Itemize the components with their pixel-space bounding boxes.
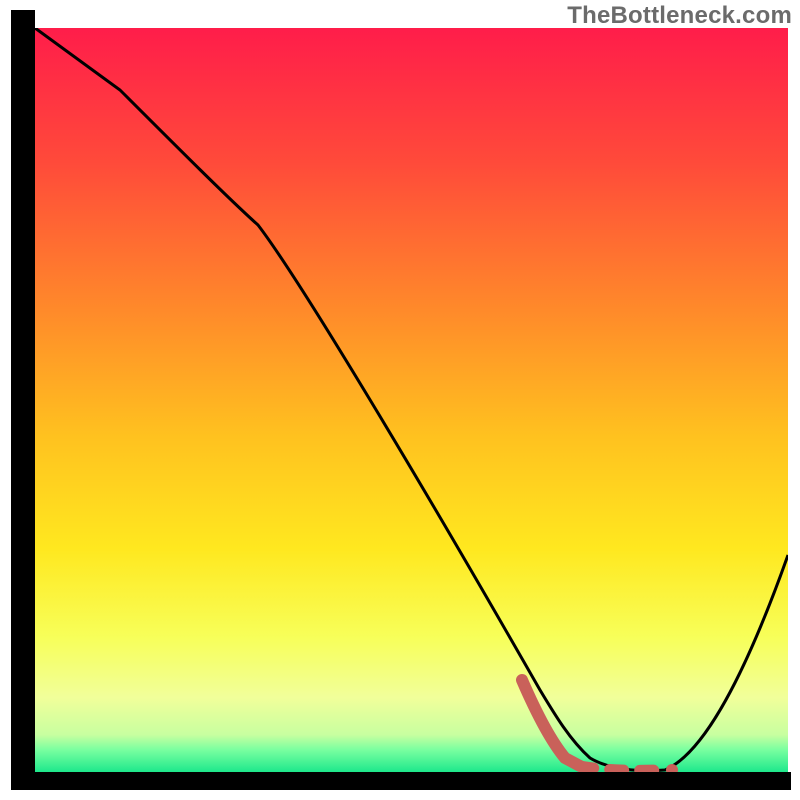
chart-svg bbox=[0, 0, 800, 800]
bottleneck-chart: TheBottleneck.com bbox=[0, 0, 800, 800]
highlighted-minimum-dashed bbox=[580, 766, 660, 770]
watermark-text: TheBottleneck.com bbox=[567, 2, 792, 30]
plot-background-gradient bbox=[35, 28, 788, 772]
